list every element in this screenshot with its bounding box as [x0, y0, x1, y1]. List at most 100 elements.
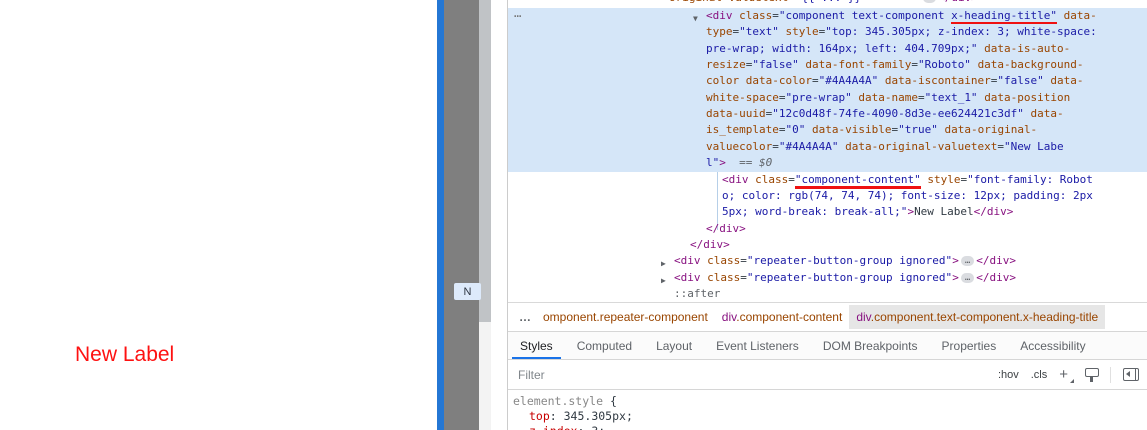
- tree-node-line[interactable]: ::after: [508, 286, 1147, 302]
- code-segment: style: [785, 25, 819, 39]
- toolbar-separator: [1110, 366, 1111, 383]
- breadcrumb-item[interactable]: div.component.text-component.x-heading-t…: [849, 305, 1106, 329]
- pseudo-state-toggle[interactable]: :hov: [998, 369, 1019, 381]
- property-name: z-index: [529, 424, 577, 430]
- code-segment: =: [772, 9, 779, 22]
- tab-accessibility[interactable]: Accessibility: [1008, 332, 1097, 359]
- code-segment: data-position: [984, 90, 1071, 104]
- tree-node-line[interactable]: type="text" style="top: 345.305px; z-ind…: [508, 24, 1147, 42]
- collapsed-content-icon[interactable]: …: [922, 0, 937, 3]
- code-segment: data-name: [858, 90, 918, 104]
- tab-layout[interactable]: Layout: [644, 332, 704, 359]
- code-segment: resize: [706, 58, 746, 72]
- code-segment: class: [755, 172, 789, 186]
- code-segment: style: [927, 172, 961, 186]
- code-segment: "text": [739, 25, 779, 39]
- collapsed-content-icon[interactable]: …: [960, 256, 975, 267]
- collapsed-content-icon[interactable]: …: [960, 272, 975, 283]
- code-segment: data-: [1063, 9, 1097, 22]
- new-style-rule-button[interactable]: +: [1059, 367, 1074, 383]
- computed-sidebar-toggle-icon[interactable]: [1123, 368, 1139, 381]
- code-segment: data-uuid: [706, 107, 766, 121]
- code-segment: "text_1": [924, 90, 978, 104]
- tree-node-line[interactable]: white-space="pre-wrap" data-name="text_1…: [508, 89, 1147, 107]
- code-segment: </div>: [938, 0, 978, 4]
- tree-node-line[interactable]: </div>: [508, 221, 1147, 238]
- breadcrumb-item[interactable]: div.component-content: [715, 305, 850, 329]
- page-gutter: [444, 0, 479, 430]
- style-rule-selector[interactable]: element.style {: [513, 394, 1147, 409]
- code-segment: "false": [752, 58, 799, 72]
- code-segment: == $0: [739, 156, 773, 170]
- page-scrollbar-thumb[interactable]: [479, 0, 491, 322]
- code-segment: =: [788, 0, 795, 4]
- code-segment: </div>: [976, 254, 1016, 268]
- tree-node-line[interactable]: pre-wrap; width: 164px; left: 404.709px;…: [508, 40, 1147, 58]
- code-segment: "repeater-button-group ignored": [746, 254, 953, 268]
- code-segment: data-: [1030, 107, 1064, 121]
- tab-dom-breakpoints[interactable]: DOM Breakpoints: [811, 332, 930, 359]
- code-segment: =: [740, 270, 747, 284]
- styles-filter-input[interactable]: [518, 364, 986, 385]
- tree-node-line[interactable]: ▶ <div class="repeater-button-group ignor…: [508, 270, 1147, 287]
- tree-node-line[interactable]: resize="false" data-font-family="Roboto"…: [508, 57, 1147, 75]
- code-segment: white-space: [706, 90, 779, 104]
- property-name: top: [529, 409, 550, 423]
- tree-node-line[interactable]: valuecolor="#4A4A4A" data-original-value…: [508, 138, 1147, 156]
- tree-node-line[interactable]: is_template="0" data-visible="true" data…: [508, 122, 1147, 140]
- code-segment: <div: [722, 172, 756, 186]
- code-segment: "font-family: Robot: [967, 172, 1093, 186]
- breadcrumb-classes: .component.text-component.x-heading-titl…: [870, 310, 1099, 324]
- code-segment: "{{ ... }}": [795, 0, 868, 4]
- tree-node-line[interactable]: original-valuetext="{{ ... }}" …</div>: [508, 0, 1147, 7]
- code-segment: data-: [1050, 74, 1084, 88]
- style-property-line[interactable]: top: 345.305px;: [513, 409, 1147, 424]
- code-segment: ::after: [674, 286, 721, 300]
- code-segment: class: [739, 9, 773, 22]
- code-segment: </div>: [690, 237, 730, 251]
- code-segment: is_template: [706, 123, 779, 137]
- tree-node-line[interactable]: </div>: [508, 237, 1147, 254]
- code-segment: "Roboto": [917, 58, 971, 72]
- code-segment: "true": [898, 123, 938, 137]
- breadcrumb-item[interactable]: omponent.repeater-component: [536, 305, 715, 329]
- code-segment: pre-wrap; width: 164px; left: 404.709px;…: [706, 41, 978, 55]
- code-segment: >: [952, 254, 959, 268]
- tree-node-line[interactable]: ▶ <div class="repeater-button-group ignor…: [508, 253, 1147, 270]
- code-segment: "component-content": [794, 172, 921, 186]
- style-property-line[interactable]: z-index: 3;: [513, 424, 1147, 430]
- breadcrumb: … omponent.repeater-component div.compone…: [508, 303, 1147, 331]
- code-segment: "component text-component: [778, 9, 952, 22]
- code-segment: x-heading-title": [951, 9, 1058, 22]
- tree-node-line[interactable]: 5px; word-break: break-all;">New Label</…: [508, 204, 1147, 221]
- node-menu-dots-icon[interactable]: ⋯: [514, 9, 522, 23]
- code-segment: "repeater-button-group ignored": [746, 270, 953, 284]
- element-classes-toggle[interactable]: .cls: [1031, 369, 1048, 381]
- code-segment: class: [707, 270, 741, 284]
- page-n-chip: N: [454, 283, 481, 300]
- styles-tabs: Styles Computed Layout Event Listeners DOM B…: [508, 331, 1147, 360]
- paint-roller-icon[interactable]: [1085, 367, 1099, 382]
- code-segment: =: [772, 139, 779, 153]
- tree-node-line[interactable]: data-uuid="12c0d48f-74fe-4090-8d3e-ee624…: [508, 106, 1147, 124]
- tab-event-listeners[interactable]: Event Listeners: [704, 332, 811, 359]
- tab-computed[interactable]: Computed: [565, 332, 644, 359]
- elements-tree: ⋯ original-valuetext="{{ ... }}" …</div>…: [508, 0, 1147, 303]
- code-segment: =: [917, 90, 925, 104]
- breadcrumb-overflow-icon[interactable]: …: [514, 306, 536, 328]
- styles-filter-bar: :hov .cls +: [508, 360, 1147, 390]
- style-properties: top: 345.305px;z-index: 3;: [513, 409, 1147, 430]
- tree-node-line[interactable]: ▼ <div class="component text-component x-…: [508, 8, 1147, 25]
- tree-node-line[interactable]: <div class="component-content" style="fo…: [508, 172, 1147, 189]
- code-segment: data-font-family: [805, 58, 912, 72]
- code-segment: =: [788, 172, 795, 186]
- tree-node-line[interactable]: o; color: rgb(74, 74, 74); font-size: 12…: [508, 188, 1147, 205]
- tab-styles[interactable]: Styles: [508, 332, 565, 359]
- code-segment: >: [719, 156, 726, 170]
- tab-properties[interactable]: Properties: [930, 332, 1009, 359]
- tree-node-line[interactable]: l"> == $0: [508, 155, 1147, 173]
- tree-node-line[interactable]: color data-color="#4A4A4A" data-iscontai…: [508, 73, 1147, 91]
